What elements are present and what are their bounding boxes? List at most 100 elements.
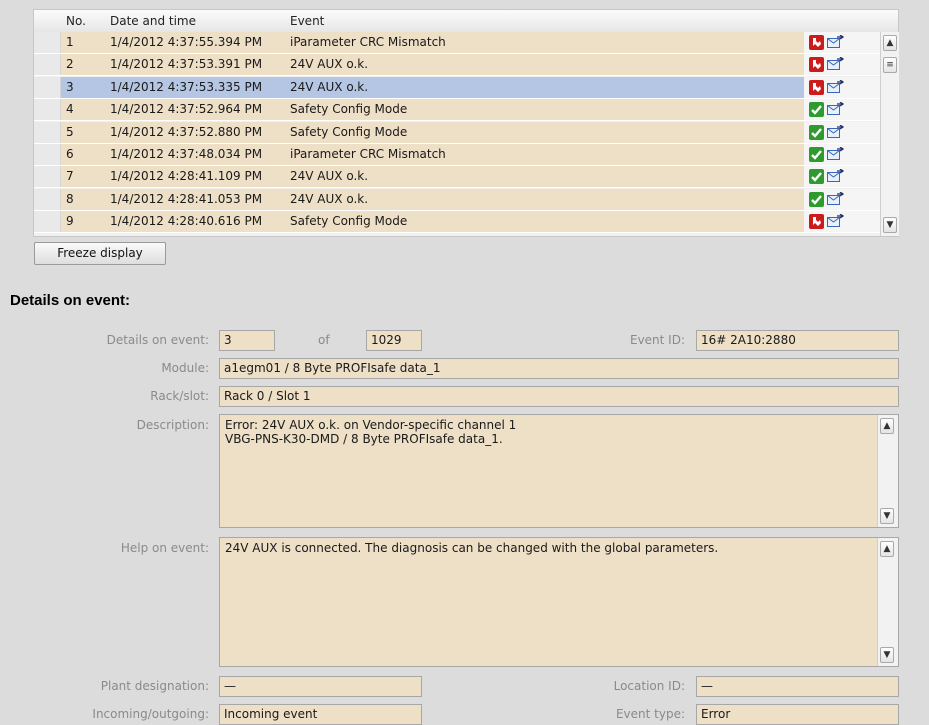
column-header-no[interactable]: No. (66, 14, 86, 28)
scroll-down-icon[interactable]: ▼ (880, 647, 894, 663)
cell-event: iParameter CRC Mismatch (290, 35, 446, 49)
location-id-field[interactable]: — (696, 676, 899, 697)
table-scrollbar[interactable]: ▲ ≡ ▼ (880, 32, 899, 236)
cell-event: 24V AUX o.k. (290, 169, 369, 184)
row-selector[interactable] (34, 76, 61, 98)
go-to-envelope-icon[interactable] (827, 169, 844, 183)
row-selector[interactable] (34, 211, 61, 233)
cell-no: 5 (66, 124, 74, 139)
rack-slot-label: Rack/slot: (150, 389, 209, 403)
row-icons (804, 121, 852, 143)
row-icons (804, 188, 852, 210)
table-row[interactable]: 7 1/4/2012 4:28:41.109 PM 24V AUX o.k. (34, 166, 880, 189)
help-area[interactable]: 24V AUX is connected. The diagnosis can … (219, 537, 899, 667)
event-total-field[interactable]: 1029 (366, 330, 422, 351)
event-index-field[interactable]: 3 (219, 330, 275, 351)
cell-no: 2 (66, 57, 74, 72)
table-row[interactable]: 1 1/4/2012 4:37:55.394 PM iParameter CRC M… (34, 32, 880, 54)
cell-datetime: 1/4/2012 4:37:53.335 PM (110, 79, 263, 94)
ok-check-icon[interactable] (809, 124, 824, 140)
plant-designation-label: Plant designation: (100, 679, 209, 693)
description-area[interactable]: Error: 24V AUX o.k. on Vendor-specific c… (219, 414, 899, 528)
cell-no: 7 (66, 169, 74, 184)
description-label: Description: (136, 418, 209, 432)
row-cells[interactable]: 2 1/4/2012 4:37:53.391 PM 24V AUX o.k. (61, 54, 804, 76)
cell-no: 1 (66, 35, 74, 49)
description-scrollbar[interactable]: ▲ ▼ (877, 415, 898, 527)
ok-check-icon[interactable] (809, 102, 824, 118)
scroll-thumb[interactable]: ≡ (883, 57, 897, 73)
table-row[interactable]: 9 1/4/2012 4:28:40.616 PM Safety Config Mo… (34, 211, 880, 234)
go-to-envelope-icon[interactable] (827, 35, 844, 48)
rack-slot-field[interactable]: Rack 0 / Slot 1 (219, 386, 899, 407)
cell-no: 8 (66, 191, 74, 206)
cell-datetime: 1/4/2012 4:28:41.053 PM (110, 191, 263, 206)
cell-event: 24V AUX o.k. (290, 79, 369, 94)
row-selector[interactable] (34, 54, 61, 76)
row-cells[interactable]: 7 1/4/2012 4:28:41.109 PM 24V AUX o.k. (61, 166, 804, 188)
table-row[interactable]: 5 1/4/2012 4:37:52.880 PM Safety Config Mo… (34, 121, 880, 144)
row-cells[interactable]: 4 1/4/2012 4:37:52.964 PM Safety Config Mo… (61, 99, 804, 121)
error-wrench-icon[interactable] (809, 214, 824, 230)
incoming-outgoing-label: Incoming/outgoing: (92, 707, 209, 721)
event-id-field[interactable]: 16# 2A10:2880 (696, 330, 899, 351)
event-id-label: Event ID: (629, 333, 685, 347)
scroll-down-icon[interactable]: ▼ (880, 508, 894, 524)
row-cells[interactable]: 1 1/4/2012 4:37:55.394 PM iParameter CRC M… (61, 32, 804, 53)
go-to-envelope-icon[interactable] (827, 214, 844, 228)
event-table: No. Date and time Event 1 1/4/2012 4:37:5… (33, 9, 899, 237)
cell-datetime: 1/4/2012 4:37:55.394 PM (110, 35, 263, 49)
go-to-envelope-icon[interactable] (827, 124, 844, 138)
table-row[interactable]: 6 1/4/2012 4:37:48.034 PM iParameter CRC M… (34, 144, 880, 166)
event-type-label: Event type: (615, 707, 685, 721)
column-header-datetime[interactable]: Date and time (110, 14, 196, 28)
go-to-envelope-icon[interactable] (827, 147, 844, 160)
error-wrench-icon[interactable] (809, 79, 824, 95)
go-to-envelope-icon[interactable] (827, 79, 844, 93)
freeze-display-button[interactable]: Freeze display (34, 242, 166, 265)
cell-no: 3 (66, 79, 74, 94)
error-wrench-icon[interactable] (809, 35, 824, 50)
row-cells[interactable]: 8 1/4/2012 4:28:41.053 PM 24V AUX o.k. (61, 188, 804, 210)
row-cells[interactable]: 9 1/4/2012 4:28:40.616 PM Safety Config Mo… (61, 211, 804, 233)
incoming-outgoing-field[interactable]: Incoming event (219, 704, 422, 725)
go-to-envelope-icon[interactable] (827, 57, 844, 71)
go-to-envelope-icon[interactable] (827, 191, 844, 205)
scroll-down-icon[interactable]: ▼ (883, 217, 897, 233)
row-icons (804, 211, 852, 233)
row-selector[interactable] (34, 99, 61, 121)
of-label: of (318, 333, 330, 347)
column-header-event[interactable]: Event (290, 14, 324, 28)
scroll-up-icon[interactable]: ▲ (880, 541, 894, 557)
ok-check-icon[interactable] (809, 169, 824, 185)
scroll-up-icon[interactable]: ▲ (883, 35, 897, 51)
cell-event: 24V AUX o.k. (290, 57, 369, 72)
scroll-up-icon[interactable]: ▲ (880, 418, 894, 434)
row-selector[interactable] (34, 144, 61, 165)
ok-check-icon[interactable] (809, 191, 824, 207)
row-cells[interactable]: 5 1/4/2012 4:37:52.880 PM Safety Config Mo… (61, 121, 804, 143)
row-selector[interactable] (34, 121, 61, 143)
table-row[interactable]: 4 1/4/2012 4:37:52.964 PM Safety Config Mo… (34, 99, 880, 122)
row-selector[interactable] (34, 166, 61, 188)
table-row[interactable]: 2 1/4/2012 4:37:53.391 PM 24V AUX o.k. (34, 54, 880, 77)
location-id-label: Location ID: (613, 679, 685, 693)
cell-datetime: 1/4/2012 4:28:41.109 PM (110, 169, 263, 184)
plant-designation-field[interactable]: — (219, 676, 422, 697)
event-type-field[interactable]: Error (696, 704, 899, 725)
help-label: Help on event: (120, 541, 209, 555)
error-wrench-icon[interactable] (809, 57, 824, 73)
table-row[interactable]: 3 1/4/2012 4:37:53.335 PM 24V AUX o.k. (34, 76, 880, 99)
row-cells[interactable]: 3 1/4/2012 4:37:53.335 PM 24V AUX o.k. (61, 76, 804, 98)
row-cells[interactable]: 6 1/4/2012 4:37:48.034 PM iParameter CRC M… (61, 144, 804, 165)
go-to-envelope-icon[interactable] (827, 102, 844, 116)
ok-check-icon[interactable] (809, 147, 824, 162)
cell-event: Safety Config Mode (290, 124, 408, 139)
help-scrollbar[interactable]: ▲ ▼ (877, 538, 898, 666)
table-row[interactable]: 8 1/4/2012 4:28:41.053 PM 24V AUX o.k. (34, 188, 880, 211)
row-selector[interactable] (34, 188, 61, 210)
module-field[interactable]: a1egm01 / 8 Byte PROFIsafe data_1 (219, 358, 899, 379)
cell-no: 4 (66, 102, 74, 117)
row-icons (804, 54, 852, 76)
row-selector[interactable] (34, 32, 61, 53)
